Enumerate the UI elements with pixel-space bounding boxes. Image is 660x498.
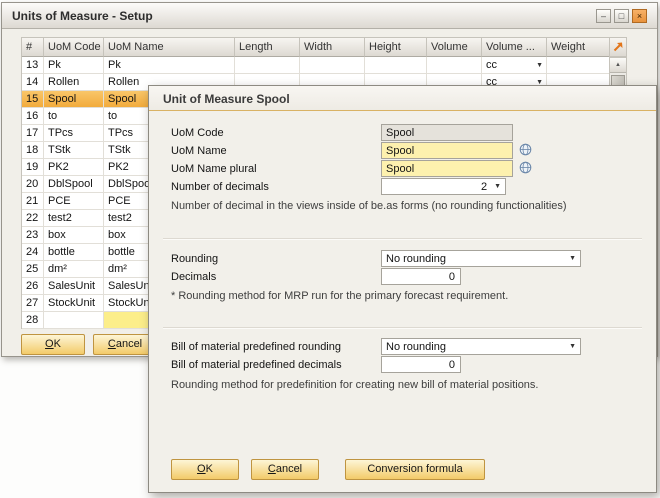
dialog-ok-button[interactable]: OK (171, 459, 239, 480)
dialog-title: Unit of Measure Spool (149, 86, 656, 111)
cell[interactable]: dm² (44, 261, 104, 278)
cell[interactable]: to (44, 108, 104, 125)
uom-code-label: UoM Code (171, 127, 224, 139)
cell[interactable]: Spool (44, 91, 104, 108)
expand-arrow-icon (612, 41, 624, 53)
cell[interactable]: 18 (22, 142, 44, 159)
column-header-length[interactable]: Length (235, 38, 300, 57)
cell[interactable] (365, 57, 427, 74)
column-header-volume[interactable]: Volume (427, 38, 482, 57)
rounding-label: Rounding (171, 253, 218, 265)
cell[interactable]: Pk (44, 57, 104, 74)
column-header-volume_uom[interactable]: Volume ... (482, 38, 547, 57)
rounding-select[interactable]: No rounding ▼ (381, 250, 581, 267)
cell[interactable]: 23 (22, 227, 44, 244)
globe-icon[interactable] (519, 143, 532, 156)
number-of-decimals-label: Number of decimals (171, 181, 269, 193)
cell[interactable] (427, 57, 482, 74)
cell[interactable]: Rollen (44, 74, 104, 91)
decimals-input[interactable]: 0 (381, 268, 461, 285)
volume-uom-value: cc (486, 59, 497, 71)
cell[interactable]: 28 (22, 312, 44, 329)
cell[interactable]: 26 (22, 278, 44, 295)
mrp-note: * Rounding method for MRP run for the pr… (171, 290, 638, 302)
cell[interactable]: 22 (22, 210, 44, 227)
column-header-width[interactable]: Width (300, 38, 365, 57)
uom-name-plural-input[interactable]: Spool (381, 160, 513, 177)
column-header-num[interactable]: # (22, 38, 44, 57)
cell[interactable]: test2 (44, 210, 104, 227)
cell[interactable]: PCE (44, 193, 104, 210)
cell[interactable]: 24 (22, 244, 44, 261)
minimize-button[interactable]: – (596, 9, 611, 23)
cell[interactable]: SalesUnit (44, 278, 104, 295)
dialog-cancel-button[interactable]: Cancel (251, 459, 319, 480)
bom-rounding-value: No rounding (386, 341, 446, 353)
maximize-button[interactable]: □ (614, 9, 629, 23)
cell[interactable]: box (44, 227, 104, 244)
separator (163, 238, 642, 240)
column-header-height[interactable]: Height (365, 38, 427, 57)
uom-name-input[interactable]: Spool (381, 142, 513, 159)
table-header: #UoM CodeUoM NameLengthWidthHeightVolume… (22, 38, 609, 57)
separator (163, 327, 642, 329)
cell[interactable]: PK2 (44, 159, 104, 176)
cell[interactable]: 27 (22, 295, 44, 312)
cell[interactable]: 16 (22, 108, 44, 125)
column-header-weight[interactable]: Weight (547, 38, 610, 57)
uom-code-field: Spool (381, 124, 513, 141)
globe-icon[interactable] (519, 161, 532, 174)
bom-rounding-label: Bill of material predefined rounding (171, 341, 341, 353)
cell[interactable]: Pk (104, 57, 235, 74)
window-title: Units of Measure - Setup (12, 9, 153, 23)
cell[interactable]: DblSpool (44, 176, 104, 193)
number-of-decimals-value: 2 (481, 181, 487, 193)
cell[interactable]: 15 (22, 91, 44, 108)
cell[interactable]: 20 (22, 176, 44, 193)
cell[interactable]: 19 (22, 159, 44, 176)
bom-decimals-label: Bill of material predefined decimals (171, 359, 342, 371)
main-window-titlebar[interactable]: Units of Measure - Setup – □ × (2, 3, 657, 29)
table-row[interactable]: 13PkPkcc▼ (22, 57, 609, 74)
uom-detail-dialog: Unit of Measure Spool UoM Code Spool UoM… (148, 85, 657, 493)
conversion-formula-button[interactable]: Conversion formula (345, 459, 485, 480)
bom-rounding-select[interactable]: No rounding ▼ (381, 338, 581, 355)
rounding-value: No rounding (386, 253, 446, 265)
uom-name-plural-label: UoM Name plural (171, 163, 257, 175)
number-of-decimals-select[interactable]: 2 ▼ (381, 178, 506, 195)
cell[interactable]: 21 (22, 193, 44, 210)
decimals-note: Number of decimal in the views inside of… (171, 200, 638, 212)
screen: Units of Measure - Setup – □ × #UoM Code… (0, 0, 660, 498)
uom-name-label: UoM Name (171, 145, 227, 157)
cell[interactable] (44, 312, 104, 329)
cell[interactable] (300, 57, 365, 74)
column-header-uom_name[interactable]: UoM Name (104, 38, 235, 57)
cell[interactable]: 17 (22, 125, 44, 142)
close-button[interactable]: × (632, 9, 647, 23)
cell[interactable] (235, 57, 300, 74)
ok-button[interactable]: OK (21, 334, 85, 355)
cell[interactable]: 14 (22, 74, 44, 91)
bom-note: Rounding method for predefinition for cr… (171, 379, 638, 391)
expand-grid-icon[interactable] (609, 37, 627, 57)
cell[interactable] (547, 57, 610, 74)
window-controls: – □ × (596, 9, 647, 23)
decimals-label: Decimals (171, 271, 216, 283)
cell[interactable]: TStk (44, 142, 104, 159)
chevron-down-icon: ▼ (569, 255, 576, 262)
cell[interactable]: TPcs (44, 125, 104, 142)
scroll-up-icon[interactable]: ▲ (610, 58, 626, 73)
column-header-uom_code[interactable]: UoM Code (44, 38, 104, 57)
cell[interactable]: 25 (22, 261, 44, 278)
volume-uom-select[interactable]: cc ▼ (482, 57, 547, 74)
chevron-down-icon: ▼ (536, 62, 543, 69)
chevron-down-icon: ▼ (494, 183, 501, 190)
bom-decimals-input[interactable]: 0 (381, 356, 461, 373)
cell[interactable]: StockUnit (44, 295, 104, 312)
cell[interactable]: bottle (44, 244, 104, 261)
chevron-down-icon: ▼ (569, 343, 576, 350)
cell[interactable]: 13 (22, 57, 44, 74)
